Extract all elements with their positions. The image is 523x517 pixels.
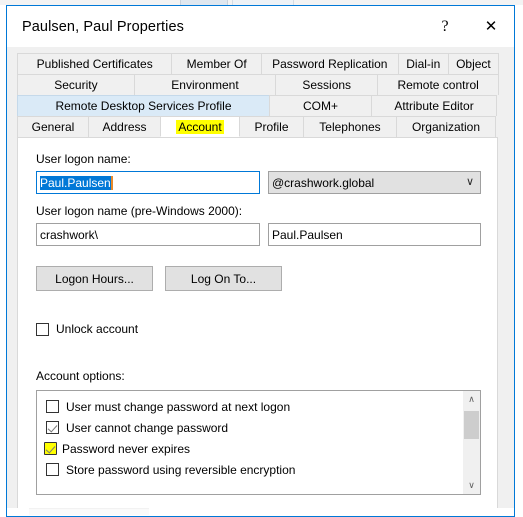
tab-label: Member Of [186,57,247,71]
tab-label: Attribute Editor [394,99,474,113]
option-store-password-reversible-encryption[interactable]: Store password using reversible encrypti… [46,459,462,480]
option-user-must-change-password[interactable]: User must change password at next logon [46,396,462,417]
title-bar[interactable]: Paulsen, Paul Properties ? ✕ [7,6,514,47]
logon-hours-button[interactable]: Logon Hours... [36,266,153,291]
tab-published-certificates[interactable]: Published Certificates [17,53,173,74]
scrollbar-thumb[interactable] [464,411,479,439]
account-options-label: Account options: [36,369,125,383]
option-checkbox[interactable] [46,400,59,413]
tab-label: Organization [411,120,481,134]
tab-member-of[interactable]: Member Of [171,53,262,74]
tab-label: Address [102,120,147,134]
option-label: User cannot change password [66,420,229,435]
tab-label: Profile [254,120,289,134]
tab-label: Telephones [319,120,381,134]
pre-windows-2000-domain-value: crashwork\ [40,227,99,242]
tab-label: Password Replication [272,57,388,71]
tab-environment[interactable]: Environment [133,74,277,95]
account-options-listbox[interactable]: User must change password at next logon … [36,390,481,495]
tab-attribute-editor[interactable]: Attribute Editor [371,95,497,116]
tab-row-4: General Address Account Profile Telephon… [17,116,498,137]
user-properties-dialog: Paulsen, Paul Properties ? ✕ Published C… [6,5,515,517]
option-label: User must change password at next logon [66,399,291,414]
pre-windows-2000-name-input[interactable]: Paul.Paulsen [268,223,481,246]
tab-general[interactable]: General [17,116,89,137]
tab-label: Security [54,78,98,92]
tab-account[interactable]: Account [160,116,240,137]
tab-label: Environment [171,78,239,92]
tab-label: Account [176,119,224,134]
option-user-cannot-change-password[interactable]: User cannot change password [46,417,462,438]
text-caret [110,175,113,190]
tab-strip: Published Certificates Member Of Passwor… [17,53,499,137]
window-title: Paulsen, Paul Properties [22,18,184,35]
tab-row-1: Published Certificates Member Of Passwor… [17,53,499,74]
pre-windows-2000-domain-input[interactable]: crashwork\ [36,223,260,246]
tab-label: Object [456,57,491,71]
tab-security[interactable]: Security [17,74,135,95]
tab-label: Remote control [397,78,479,92]
tab-row-3: Remote Desktop Services Profile COM+ Att… [17,95,498,116]
close-button[interactable]: ✕ [468,6,514,47]
clipped-dialog-bottom [7,508,514,516]
pre-windows-2000-name-value: Paul.Paulsen [272,227,343,242]
upn-suffix-dropdown[interactable]: @crashwork.global ∨ [268,171,481,194]
log-on-to-label: Log On To... [190,271,257,286]
option-checkbox[interactable] [46,463,59,476]
tab-organization[interactable]: Organization [396,116,496,137]
pre-windows-2000-label: User logon name (pre-Windows 2000): [36,204,243,218]
user-logon-name-label: User logon name: [36,152,131,166]
tab-password-replication[interactable]: Password Replication [260,53,399,74]
tab-dial-in[interactable]: Dial-in [397,53,449,74]
question-mark-icon: ? [441,17,449,35]
close-icon: ✕ [484,18,498,35]
user-logon-name-input[interactable]: Paul.Paulsen [36,171,260,194]
clipped-bottom-control [29,508,149,515]
window-controls: ? ✕ [422,6,514,47]
tab-label: Remote Desktop Services Profile [55,99,232,113]
account-options-list: User must change password at next logon … [37,391,462,494]
tab-remote-control[interactable]: Remote control [377,74,499,95]
option-label: Store password using reversible encrypti… [66,462,296,477]
logon-hours-label: Logon Hours... [55,271,134,286]
tab-label: Dial-in [406,57,441,71]
account-tab-page: User logon name: Paul.Paulsen @crashwork… [17,137,498,510]
tab-label: General [31,120,75,134]
account-options-scrollbar[interactable]: ∧ ∨ [462,391,480,494]
tab-label: COM+ [302,99,338,113]
tab-telephones[interactable]: Telephones [303,116,397,137]
tab-label: Published Certificates [36,57,153,71]
option-label: Password never expires [62,441,191,456]
option-checkbox[interactable] [46,421,59,434]
scroll-down-arrow-icon[interactable]: ∨ [463,477,480,494]
tab-com-plus[interactable]: COM+ [269,95,372,116]
chevron-down-icon: ∨ [465,176,475,188]
tab-sessions[interactable]: Sessions [275,74,379,95]
tab-address[interactable]: Address [88,116,161,137]
unlock-account-checkbox-row[interactable]: Unlock account [36,322,138,336]
scroll-up-arrow-icon[interactable]: ∧ [463,391,480,408]
user-logon-name-value: Paul.Paulsen [40,175,111,190]
help-button[interactable]: ? [422,6,468,47]
tab-remote-desktop-services-profile[interactable]: Remote Desktop Services Profile [17,95,270,116]
unlock-account-checkbox[interactable] [36,322,49,336]
log-on-to-button[interactable]: Log On To... [165,266,282,291]
tab-label: Sessions [302,78,352,92]
tab-row-2: Security Environment Sessions Remote con… [17,74,499,95]
tab-profile[interactable]: Profile [239,116,304,137]
tab-object[interactable]: Object [447,53,499,74]
option-password-never-expires[interactable]: Password never expires [44,438,462,459]
option-checkbox[interactable] [44,442,57,455]
unlock-account-label: Unlock account [56,322,139,336]
dialog-body: Published Certificates Member Of Passwor… [7,47,514,516]
upn-suffix-value: @crashwork.global [272,175,375,190]
